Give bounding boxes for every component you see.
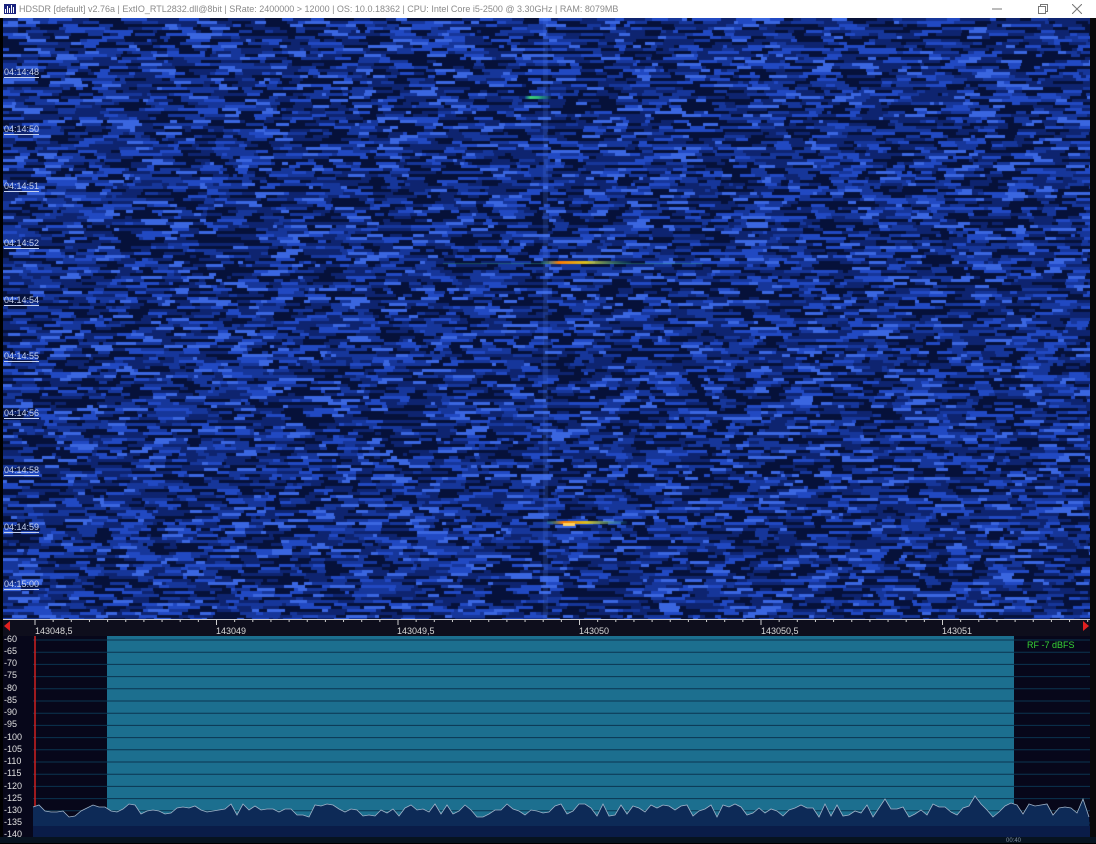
db-axis-label: -135 [4, 817, 23, 827]
frequency-label: 143049 [216, 626, 247, 636]
waterfall-timestamp: 04:14:51 [4, 181, 40, 192]
status-strip [0, 837, 1096, 843]
window-title: HDSDR [default] v2.76a | ExtIO_RTL2832.d… [19, 4, 619, 14]
frequency-label: 143051 [942, 626, 973, 636]
waterfall-timestamp: 04:14:59 [4, 522, 40, 533]
db-axis-label: -70 [4, 658, 18, 668]
spectrum-display[interactable] [3, 636, 1090, 837]
db-axis-label: -100 [4, 732, 23, 742]
title-bar: HDSDR [default] v2.76a | ExtIO_RTL2832.d… [0, 0, 1096, 18]
clock-readout: 00:40 [1006, 838, 1022, 844]
frequency-label: 143050 [579, 626, 610, 636]
waterfall-timestamp: 04:14:52 [4, 238, 40, 249]
frequency-scale[interactable] [3, 619, 1090, 636]
restore-icon [1038, 4, 1048, 14]
db-axis-label: -130 [4, 805, 23, 815]
close-icon [1072, 4, 1082, 14]
noise-floor-band [33, 826, 1090, 837]
db-axis-label: -105 [4, 744, 23, 754]
waterfall-timestamp: 04:14:50 [4, 124, 40, 135]
waterfall-timestamp: 04:14:54 [4, 295, 40, 306]
waterfall-timestamp: 04:15:00 [4, 579, 40, 590]
db-axis-label: -85 [4, 695, 18, 705]
db-axis-label: -95 [4, 719, 18, 729]
db-axis-label: -115 [4, 768, 22, 778]
frequency-label: 143048,5 [35, 626, 73, 636]
db-axis-label: -60 [4, 634, 18, 644]
db-axis-label: -110 [4, 756, 22, 766]
rf-level-readout: RF -7 dBFS [1027, 640, 1075, 650]
hdsdr-app-icon [4, 4, 16, 14]
db-axis-label: -90 [4, 707, 18, 717]
waterfall-timestamp: 04:14:56 [4, 408, 40, 419]
window-edge [1090, 18, 1096, 837]
db-axis-label: -125 [4, 793, 23, 803]
scroll-left-arrow-icon[interactable] [4, 621, 10, 631]
frequency-label: 143050,5 [761, 626, 799, 636]
db-axis-label: -80 [4, 683, 18, 693]
close-button[interactable] [1060, 0, 1094, 18]
frequency-label: 143049,5 [397, 626, 435, 636]
waterfall-timestamp: 04:14:48 [4, 67, 40, 78]
db-axis-label: -120 [4, 781, 23, 791]
scroll-right-arrow-icon[interactable] [1083, 621, 1089, 631]
waterfall-timestamp: 04:14:58 [4, 465, 40, 476]
db-axis-label: -75 [4, 670, 18, 680]
waterfall-timestamp: 04:14:55 [4, 351, 40, 362]
db-axis-label: -65 [4, 646, 18, 656]
restore-button[interactable] [1026, 0, 1060, 18]
minimize-button[interactable] [980, 0, 1014, 18]
minimize-icon [992, 8, 1002, 10]
waterfall-display[interactable] [3, 18, 1090, 619]
